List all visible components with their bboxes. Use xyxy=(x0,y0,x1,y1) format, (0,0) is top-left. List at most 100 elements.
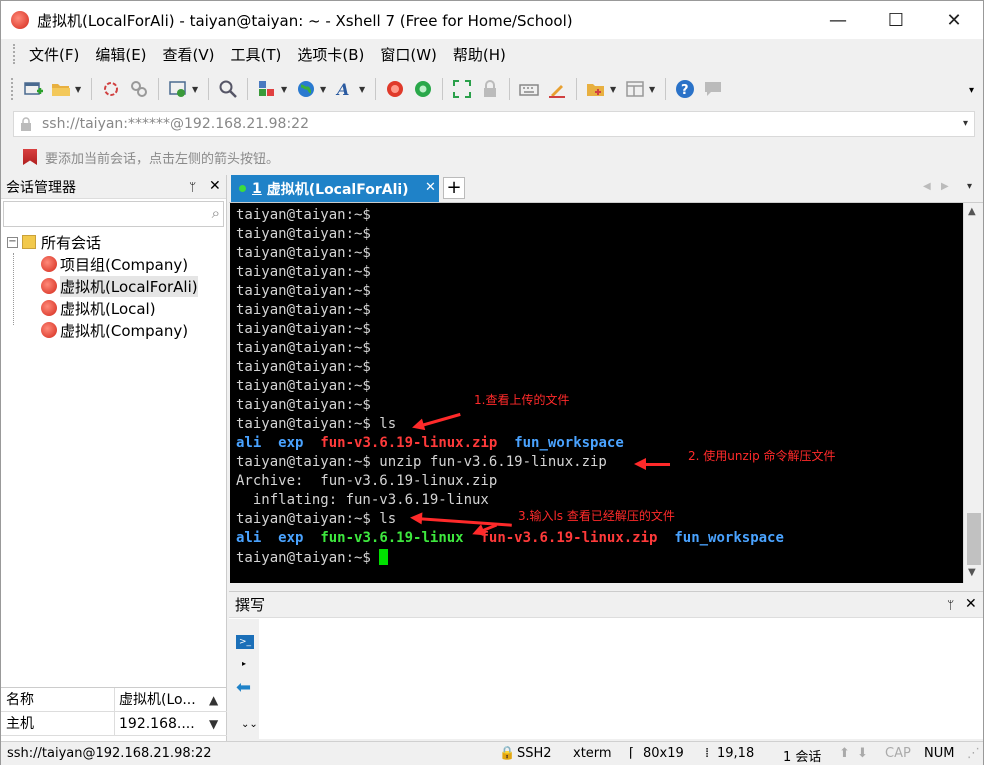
add-tab-button[interactable]: + xyxy=(443,177,465,199)
menu-edit[interactable]: 编辑(E) xyxy=(87,44,154,65)
highlight-icon[interactable] xyxy=(546,78,568,100)
compose-sidebar: >_ ▸ ⬅ ⌄⌄ xyxy=(229,619,259,739)
svg-text:A: A xyxy=(335,80,349,99)
session-item-project-company[interactable]: 项目组(Company) xyxy=(1,253,226,275)
tab-session-1[interactable]: 1 虚拟机(LocalForAli) ✕ xyxy=(231,175,439,202)
globe-dropdown-icon[interactable]: ▼ xyxy=(320,85,328,94)
close-icon[interactable]: ✕ xyxy=(209,178,221,194)
scroll-up-icon[interactable]: ▲ xyxy=(209,693,218,707)
address-bar[interactable]: ssh://taiyan:******@192.168.21.98:22 ▾ xyxy=(13,111,975,137)
minimize-button[interactable]: — xyxy=(815,1,861,39)
session-search-input[interactable]: ⌕ xyxy=(3,201,224,227)
transfer-icon[interactable] xyxy=(256,78,278,100)
menu-window[interactable]: 窗口(W) xyxy=(372,44,445,65)
properties-dropdown-icon[interactable]: ▼ xyxy=(192,85,200,94)
open-folder-icon[interactable] xyxy=(50,78,72,100)
terminal-cursor xyxy=(379,549,389,565)
lock-icon xyxy=(20,117,34,131)
search-icon[interactable]: ⌕ xyxy=(212,204,220,222)
svg-text:?: ? xyxy=(681,83,689,98)
toolbar: ▼ ▼ ▼ ▼ A ▼ ▼ ▼ ? ▾ xyxy=(1,71,983,107)
tab-next-icon[interactable]: ▶ xyxy=(941,181,949,192)
dir-entry: ali xyxy=(236,530,262,546)
toolbar-overflow-icon[interactable]: ▾ xyxy=(969,85,974,96)
disconnect-icon[interactable] xyxy=(128,78,150,100)
tab-close-icon[interactable]: ✕ xyxy=(425,180,436,195)
new-tab-icon[interactable] xyxy=(585,78,607,100)
terminal-scrollbar[interactable]: ▲ ▼ xyxy=(963,203,983,583)
terminal[interactable]: taiyan@taiyan:~$ taiyan@taiyan:~$ taiyan… xyxy=(230,203,963,583)
address-dropdown-icon[interactable]: ▾ xyxy=(963,118,968,129)
open-dropdown-icon[interactable]: ▼ xyxy=(75,85,83,94)
find-icon[interactable] xyxy=(217,78,239,100)
properties-icon[interactable] xyxy=(167,78,189,100)
expand-icon[interactable]: ▸ xyxy=(242,659,246,668)
layout-icon[interactable] xyxy=(624,78,646,100)
toolbar-separator xyxy=(208,78,209,100)
collapse-icon[interactable]: − xyxy=(7,236,18,248)
help-icon[interactable]: ? xyxy=(674,78,696,100)
keyboard-icon[interactable] xyxy=(518,78,540,100)
title-bar: 虚拟机(LocalForAli) - taiyan@taiyan: ~ - Xs… xyxy=(1,1,983,39)
menu-view[interactable]: 查看(V) xyxy=(155,44,223,65)
terminal-line-ls2: taiyan@taiyan:~$ ls xyxy=(236,511,396,530)
new-tab-dropdown-icon[interactable]: ▼ xyxy=(610,85,618,94)
terminal-line-inflating: inflating: fun-v3.6.19-linux xyxy=(236,492,489,508)
xshell-icon[interactable] xyxy=(384,78,406,100)
bookmark-icon[interactable] xyxy=(23,149,37,165)
scroll-up-icon[interactable]: ▲ xyxy=(968,206,976,217)
menu-tools[interactable]: 工具(T) xyxy=(223,44,290,65)
compose-title: 撰写 xyxy=(235,596,266,614)
close-icon[interactable]: ✕ xyxy=(965,596,977,612)
session-properties: 名称 虚拟机(Lo... ▲ 主机 192.168.... ▼ xyxy=(1,687,227,741)
terminal-line-unzip: taiyan@taiyan:~$ unzip fun-v3.6.19-linux… xyxy=(236,454,607,473)
fullscreen-icon[interactable] xyxy=(451,78,473,100)
archive-entry: fun-v3.6.19-linux.zip xyxy=(320,435,498,451)
close-button[interactable]: ✕ xyxy=(931,1,977,39)
property-row-name: 名称 虚拟机(Lo... ▲ xyxy=(1,688,227,712)
tab-menu-icon[interactable]: ▾ xyxy=(967,181,972,192)
resize-grip-icon[interactable]: ⋰ xyxy=(967,746,980,761)
tab-prev-icon[interactable]: ◀ xyxy=(923,181,931,192)
tree-root-all-sessions[interactable]: − 所有会话 xyxy=(1,231,226,253)
session-nav-down-icon[interactable]: ⬇ xyxy=(857,746,868,761)
command: unzip fun-v3.6.19-linux.zip xyxy=(370,454,607,470)
executable-entry: fun-v3.6.19-linux xyxy=(320,530,464,546)
session-nav-up-icon[interactable]: ⬆ xyxy=(839,746,850,761)
scroll-thumb[interactable] xyxy=(967,513,981,565)
status-num: NUM xyxy=(924,746,955,761)
session-item-vm-localforali[interactable]: 虚拟机(LocalForAli) xyxy=(1,275,226,297)
menu-tab[interactable]: 选项卡(B) xyxy=(289,44,372,65)
status-bar: ssh://taiyan@192.168.21.98:22 🔒 SSH2 xte… xyxy=(1,741,983,765)
pin-icon[interactable]: ᛘ xyxy=(189,180,196,194)
maximize-button[interactable]: ☐ xyxy=(873,1,919,39)
layout-dropdown-icon[interactable]: ▼ xyxy=(649,85,657,94)
property-key: 主机 xyxy=(1,712,115,735)
undo-arrow-icon[interactable]: ⬅ xyxy=(236,677,251,698)
session-item-vm-company[interactable]: 虚拟机(Company) xyxy=(1,319,226,341)
font-icon[interactable]: A xyxy=(334,78,356,100)
status-address: ssh://taiyan@192.168.21.98:22 xyxy=(7,746,212,761)
reconnect-icon[interactable] xyxy=(100,78,122,100)
menu-file[interactable]: 文件(F) xyxy=(21,44,87,65)
transfer-dropdown-icon[interactable]: ▼ xyxy=(281,85,289,94)
property-key: 名称 xyxy=(1,688,115,711)
xftp-icon[interactable] xyxy=(412,78,434,100)
chevron-down-icon[interactable]: ⌄⌄ xyxy=(241,719,258,730)
pin-icon[interactable]: ᛘ xyxy=(947,598,954,612)
session-item-vm-local[interactable]: 虚拟机(Local) xyxy=(1,297,226,319)
menu-help[interactable]: 帮助(H) xyxy=(445,44,514,65)
chat-icon[interactable] xyxy=(702,78,724,100)
session-manager-title: 会话管理器 xyxy=(6,179,76,196)
new-session-icon[interactable] xyxy=(22,78,44,100)
lock-icon[interactable] xyxy=(479,78,501,100)
terminal-line: taiyan@taiyan:~$ xyxy=(236,207,371,223)
command-icon[interactable]: >_ xyxy=(236,635,254,649)
status-protocol: SSH2 xyxy=(517,746,552,761)
globe-icon[interactable] xyxy=(295,78,317,100)
font-dropdown-icon[interactable]: ▼ xyxy=(359,85,367,94)
session-label: 虚拟机(Company) xyxy=(60,321,189,340)
compose-input[interactable] xyxy=(261,619,983,739)
scroll-down-icon[interactable]: ▼ xyxy=(968,567,976,578)
scroll-down-icon[interactable]: ▼ xyxy=(209,717,218,731)
